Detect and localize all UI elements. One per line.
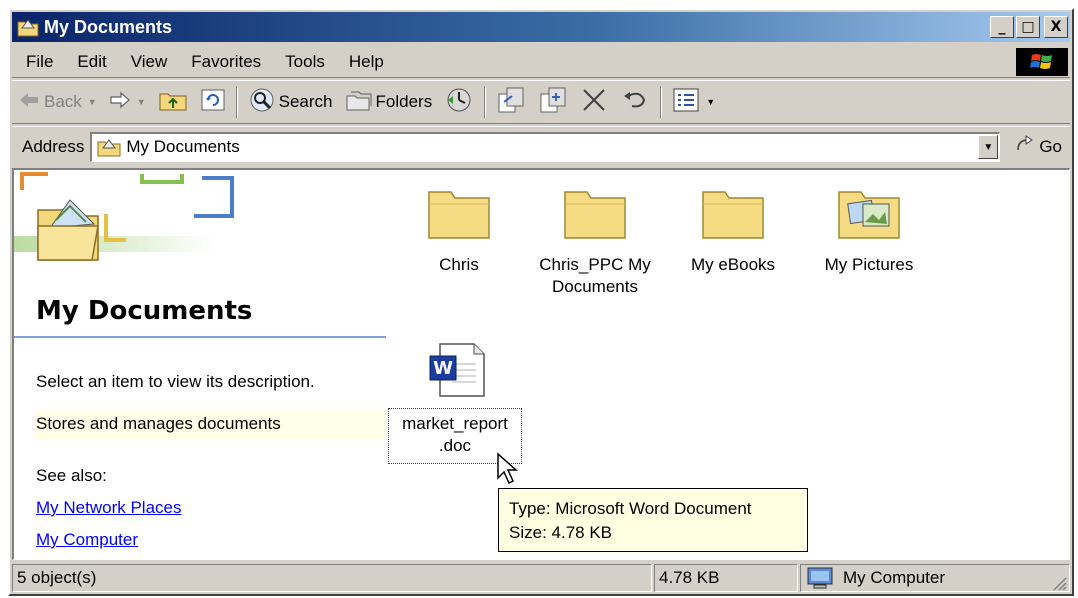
pane-info-text: Stores and manages documents bbox=[36, 410, 386, 440]
folders-icon bbox=[345, 88, 373, 117]
menu-bar: File Edit View Favorites Tools Help bbox=[12, 46, 1070, 78]
resize-grip-icon[interactable] bbox=[1050, 574, 1068, 592]
views-dropdown-icon[interactable]: ▼ bbox=[706, 97, 715, 107]
my-network-places-link[interactable]: My Network Places bbox=[36, 498, 181, 518]
standard-toolbar: Back ▼ ▼ Search Folders ▼ bbox=[12, 80, 1070, 124]
menu-view[interactable]: View bbox=[119, 52, 180, 72]
folder-icon bbox=[16, 16, 40, 38]
menu-tools[interactable]: Tools bbox=[273, 52, 337, 72]
menu-file[interactable]: File bbox=[12, 52, 65, 72]
menu-edit[interactable]: Edit bbox=[65, 52, 118, 72]
my-documents-banner-icon bbox=[14, 170, 394, 300]
my-computer-link[interactable]: My Computer bbox=[36, 530, 138, 550]
file-tooltip: Type: Microsoft Word Document Size: 4.78… bbox=[498, 488, 808, 552]
folder-item[interactable]: Chris_PPC My Documents bbox=[530, 178, 660, 298]
file-name-line-1: market_report bbox=[402, 414, 508, 433]
maximize-button[interactable]: □ bbox=[1016, 16, 1040, 38]
undo-button[interactable] bbox=[614, 84, 656, 120]
delete-button[interactable] bbox=[574, 84, 614, 120]
folder-item[interactable]: My eBooks bbox=[668, 178, 798, 276]
address-dropdown-button[interactable]: ▼ bbox=[978, 135, 999, 159]
title-bar[interactable]: My Documents _ □ X bbox=[12, 12, 1070, 42]
folder-label: Chris bbox=[439, 255, 479, 274]
pane-title: My Documents bbox=[36, 296, 253, 326]
pane-description: Select an item to view its description. bbox=[36, 372, 315, 391]
forward-dropdown-icon[interactable]: ▼ bbox=[137, 97, 146, 107]
forward-arrow-icon bbox=[109, 91, 131, 114]
folder-view: My Documents Select an item to view its … bbox=[12, 168, 1070, 560]
folder-label: Chris_PPC My Documents bbox=[539, 255, 651, 296]
folder-item[interactable]: Chris bbox=[394, 178, 524, 276]
folders-button[interactable]: Folders bbox=[339, 84, 439, 120]
pictures-folder-icon bbox=[804, 178, 934, 240]
go-arrow-icon bbox=[1014, 134, 1036, 159]
views-button[interactable]: ▼ bbox=[666, 84, 721, 120]
pane-info-label: Stores and manages documents bbox=[36, 414, 281, 433]
move-to-button[interactable] bbox=[490, 84, 532, 120]
toolbar-separator bbox=[235, 86, 238, 118]
views-icon bbox=[672, 87, 700, 118]
status-zone-label: My Computer bbox=[843, 568, 946, 587]
folder-label: My eBooks bbox=[690, 255, 776, 274]
folder-icon bbox=[530, 178, 660, 240]
go-button[interactable]: Go bbox=[1000, 134, 1070, 159]
pane-divider bbox=[14, 336, 386, 338]
back-arrow-icon bbox=[18, 91, 40, 114]
folder-icon bbox=[668, 178, 798, 240]
refresh-icon bbox=[200, 88, 226, 117]
folder-icon bbox=[394, 178, 524, 240]
tooltip-size: Size: 4.78 KB bbox=[509, 523, 613, 542]
history-button[interactable] bbox=[438, 84, 480, 120]
window-title: My Documents bbox=[44, 16, 173, 37]
minimize-button[interactable]: _ bbox=[990, 16, 1014, 38]
move-to-icon bbox=[496, 86, 526, 119]
search-button[interactable]: Search bbox=[242, 84, 339, 120]
close-button[interactable]: X bbox=[1044, 16, 1068, 38]
toolbar-separator bbox=[484, 86, 487, 118]
search-icon bbox=[248, 86, 276, 119]
folder-item[interactable]: My Pictures bbox=[804, 178, 934, 276]
back-label: Back bbox=[44, 92, 82, 111]
refresh-button[interactable] bbox=[194, 84, 232, 120]
folders-label: Folders bbox=[375, 92, 433, 111]
my-computer-icon bbox=[805, 566, 835, 590]
copy-to-icon bbox=[538, 86, 568, 119]
undo-icon bbox=[620, 86, 650, 119]
tooltip-type: Type: Microsoft Word Document bbox=[509, 499, 752, 518]
word-document-icon[interactable]: W bbox=[426, 342, 490, 403]
history-icon bbox=[444, 86, 474, 119]
windows-logo-icon bbox=[1016, 48, 1068, 76]
task-pane: My Documents Select an item to view its … bbox=[14, 170, 394, 559]
copy-to-button[interactable] bbox=[532, 84, 574, 120]
see-also-label: See also: bbox=[36, 466, 107, 485]
search-label: Search bbox=[278, 92, 333, 111]
explorer-window: My Documents _ □ X File Edit View Favori… bbox=[8, 8, 1074, 596]
address-value: My Documents bbox=[126, 137, 240, 156]
menu-help[interactable]: Help bbox=[337, 52, 396, 72]
address-field[interactable]: My Documents ▼ bbox=[90, 131, 1001, 162]
my-documents-folder-icon bbox=[96, 136, 122, 158]
delete-icon bbox=[580, 86, 608, 119]
address-label: Address bbox=[22, 136, 85, 156]
mouse-cursor-icon bbox=[496, 452, 522, 486]
folder-label: My Pictures bbox=[824, 255, 914, 274]
status-object-count: 5 object(s) bbox=[12, 564, 652, 592]
status-bar: 5 object(s) 4.78 KB My Computer bbox=[12, 562, 1070, 594]
status-zone: My Computer bbox=[800, 564, 1070, 592]
folder-up-icon bbox=[158, 88, 188, 117]
status-size: 4.78 KB bbox=[654, 564, 798, 592]
back-dropdown-icon[interactable]: ▼ bbox=[88, 97, 97, 107]
go-label: Go bbox=[1039, 136, 1062, 156]
forward-button[interactable]: ▼ bbox=[103, 84, 152, 120]
back-button[interactable]: Back ▼ bbox=[12, 84, 103, 120]
up-button[interactable] bbox=[152, 84, 194, 120]
svg-text:W: W bbox=[433, 358, 453, 379]
menu-favorites[interactable]: Favorites bbox=[179, 52, 273, 72]
toolbar-separator bbox=[660, 86, 663, 118]
address-bar: Address My Documents ▼ Go bbox=[12, 126, 1070, 166]
